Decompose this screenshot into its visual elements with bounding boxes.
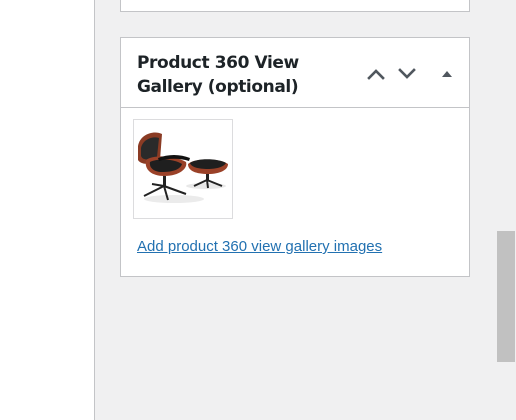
previous-panel bbox=[120, 0, 470, 12]
chevron-down-icon bbox=[398, 68, 416, 79]
lounge-chair-image bbox=[134, 120, 232, 218]
product-360-gallery-panel: Product 360 View Gallery (optional) Add … bbox=[120, 37, 470, 277]
left-pane bbox=[0, 0, 95, 420]
chevron-up-icon bbox=[367, 69, 385, 80]
panel-header: Product 360 View Gallery (optional) bbox=[121, 38, 469, 108]
panel-title: Product 360 View Gallery (optional) bbox=[137, 53, 299, 97]
scrollbar-thumb[interactable] bbox=[497, 231, 515, 362]
triangle-up-icon bbox=[442, 71, 452, 77]
move-down-button[interactable] bbox=[393, 60, 421, 88]
move-up-button[interactable] bbox=[362, 60, 390, 88]
gallery-image-thumbnail[interactable] bbox=[133, 119, 233, 219]
toggle-panel-button[interactable] bbox=[433, 60, 461, 88]
panel-body: Add product 360 view gallery images bbox=[121, 108, 469, 276]
add-gallery-images-link[interactable]: Add product 360 view gallery images bbox=[137, 238, 382, 255]
